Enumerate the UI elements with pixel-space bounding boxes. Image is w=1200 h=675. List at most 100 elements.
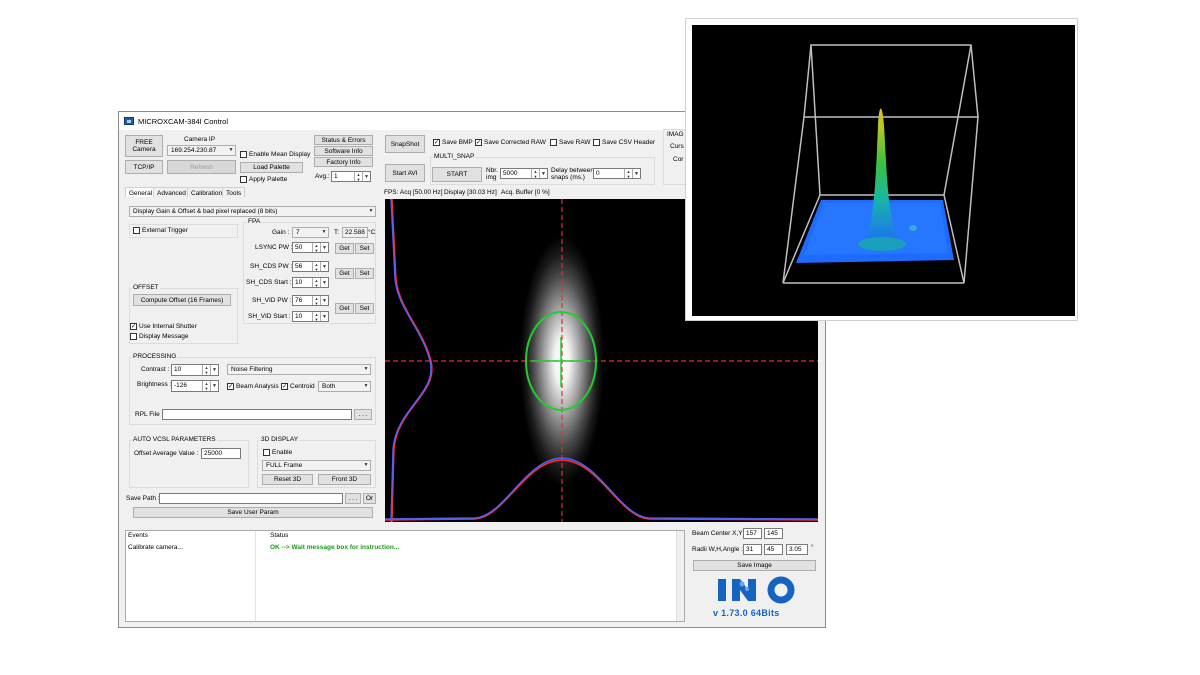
radii-label: Radii W,H,Angle :	[692, 546, 743, 553]
chevron-down-icon: ▼	[320, 262, 328, 271]
avg-spinner[interactable]: 1 ▲ ▼ ▼	[331, 171, 371, 182]
app-camera-icon	[124, 117, 134, 125]
camera-ip-select[interactable]: 169.254.230.87 ▼	[167, 145, 236, 156]
apply-palette-checkbox[interactable]: Apply Palette	[240, 176, 287, 183]
multi-snap-start-button[interactable]: START	[432, 167, 482, 182]
save-bmp-label: Save BMP	[442, 139, 473, 146]
save-path-or-button[interactable]: Or	[363, 493, 376, 504]
box-top-face	[803, 44, 979, 118]
contrast-spinner[interactable]: 10 ▲ ▼ ▼	[171, 364, 219, 376]
beam-analysis-checkbox[interactable]: ✓ Beam Analysis	[227, 383, 279, 390]
save-path-label: Save Path :	[126, 495, 160, 502]
sh-vid-get-button[interactable]: Get	[335, 303, 354, 314]
save-raw-checkbox[interactable]: Save RAW	[550, 139, 591, 146]
log-scrollbar[interactable]	[676, 531, 684, 621]
save-bmp-checkbox[interactable]: ✓ Save BMP	[433, 139, 473, 146]
lsync-spinner[interactable]: 50 ▲ ▼ ▼	[292, 242, 329, 253]
use-internal-shutter-checkbox[interactable]: ✓ Use Internal Shutter	[130, 323, 197, 330]
compute-offset-button[interactable]: Compute Offset (16 Frames)	[133, 294, 231, 306]
avg-label: Avg.:	[315, 173, 330, 180]
display-message-checkbox[interactable]: Display Message	[130, 333, 189, 340]
centroid-checkbox[interactable]: ✓ Centroid	[281, 383, 315, 390]
fpa-title: FPA	[247, 218, 262, 226]
start-avi-button[interactable]: Start AVI	[385, 164, 425, 182]
software-info-button[interactable]: Software Info	[314, 146, 373, 156]
gain-select[interactable]: 7 ▼	[292, 227, 329, 238]
event-log[interactable]	[125, 530, 685, 622]
rpl-browse-button[interactable]: . . .	[354, 409, 372, 420]
enable-mean-display-label: Enable Mean Display	[249, 151, 311, 158]
beam-center-label: Beam Center X,Y :	[692, 530, 747, 537]
processing-title: PROCESSING	[132, 353, 178, 361]
sh-cds-start-value: 10	[295, 279, 303, 286]
save-user-param-button[interactable]: Save User Param	[133, 507, 373, 518]
box-edge-back-left	[810, 44, 821, 196]
save-path-browse-button[interactable]: . . .	[345, 493, 361, 504]
factory-info-button[interactable]: Factory Info	[314, 157, 373, 167]
log-col-status: Status	[270, 532, 289, 539]
frame-mode-select[interactable]: FULL Frame ▼	[262, 460, 371, 471]
save-corrected-raw-checkbox[interactable]: ✓ Save Corrected RAW	[475, 139, 546, 146]
horizontal-profile-curve	[385, 457, 818, 520]
centroid-mode-value: Both	[322, 383, 336, 390]
chevron-down-icon: ▼	[632, 169, 640, 178]
sh-vid-start-label: SH_VID Start :	[248, 313, 291, 320]
radii-h: 45	[764, 544, 783, 555]
rpl-file-input[interactable]	[162, 409, 352, 420]
sh-vid-pw-spinner[interactable]: 76 ▲ ▼ ▼	[292, 295, 329, 306]
free-camera-button[interactable]: FREE Camera	[125, 135, 163, 157]
sh-vid-pw-label: SH_VID PW :	[252, 297, 292, 304]
reset-3d-button[interactable]: Reset 3D	[262, 474, 313, 485]
status-errors-button[interactable]: Status & Errors	[314, 135, 373, 145]
spin-updown-icon: ▲ ▼	[624, 169, 632, 179]
delay-spinner[interactable]: 0 ▲ ▼ ▼	[593, 168, 641, 179]
3d-beam-surface	[782, 44, 979, 284]
frame-mode-value: FULL Frame	[266, 462, 303, 469]
checkbox-checked-icon: ✓	[227, 383, 234, 390]
lsync-set-button[interactable]: Set	[355, 243, 374, 254]
offset-average-label: Offset Average Value :	[134, 450, 199, 457]
checkbox-checked-icon: ✓	[130, 323, 137, 330]
refresh-button[interactable]: Refresh	[167, 160, 236, 174]
brightness-spinner[interactable]: -126 ▲ ▼ ▼	[171, 380, 219, 392]
sh-cds-set-button[interactable]: Set	[355, 268, 374, 279]
chevron-down-icon: ▼	[320, 296, 328, 305]
chevron-down-icon: ▼	[320, 312, 328, 321]
centroid-mode-select[interactable]: Both ▼	[318, 381, 371, 392]
beam-fit-ellipse	[525, 311, 597, 411]
sh-vid-start-spinner[interactable]: 10 ▲ ▼ ▼	[292, 311, 329, 322]
enable-mean-display-checkbox[interactable]: Enable Mean Display	[240, 151, 310, 158]
enable-3d-checkbox[interactable]: Enable	[263, 449, 292, 456]
sh-cds-start-spinner[interactable]: 10 ▲ ▼ ▼	[292, 277, 329, 288]
beam-center-y: 145	[764, 528, 783, 539]
offset-average-input[interactable]: 25000	[201, 448, 241, 459]
checkbox-checked-icon: ✓	[281, 383, 288, 390]
temperature-label: T:	[334, 229, 340, 236]
3d-plot-area[interactable]	[692, 25, 1075, 316]
sh-cds-get-button[interactable]: Get	[335, 268, 354, 279]
external-trigger-checkbox[interactable]: External Trigger	[133, 227, 188, 234]
spin-updown-icon: ▲ ▼	[312, 278, 320, 288]
log-column-divider	[255, 531, 256, 621]
chevron-down-icon: ▼	[320, 278, 328, 287]
sh-vid-set-button[interactable]: Set	[355, 303, 374, 314]
checkbox-unchecked-icon	[263, 449, 270, 456]
noise-filtering-select[interactable]: Noise Filtering ▼	[227, 364, 371, 375]
lsync-get-button[interactable]: Get	[335, 243, 354, 254]
chevron-down-icon: ▼	[363, 383, 369, 389]
cursor-label-partial: Curs	[670, 143, 684, 150]
radii-angle-unit: °	[811, 544, 814, 551]
tcpip-button[interactable]: TCP/IP	[125, 160, 163, 174]
load-palette-button[interactable]: Load Palette	[240, 162, 303, 173]
display-mode-select[interactable]: Display Gain & Offset & bad pixel replac…	[129, 206, 376, 217]
nbr-img-spinner[interactable]: 5000 ▲ ▼ ▼	[500, 168, 548, 179]
window-title: MICROXCAM-384I Control	[138, 116, 229, 126]
save-image-button[interactable]: Save Image	[693, 560, 816, 571]
image-group-title: IMAG	[667, 131, 684, 138]
front-3d-button[interactable]: Front 3D	[318, 474, 371, 485]
sh-cds-pw-spinner[interactable]: 56 ▲ ▼ ▼	[292, 261, 329, 272]
auto-vcsl-title: AUTO VCSL PARAMETERS	[132, 436, 217, 444]
save-path-input[interactable]	[159, 493, 343, 504]
snapshot-button[interactable]: SnapShot	[385, 135, 425, 153]
save-csv-header-checkbox[interactable]: Save CSV Header	[593, 139, 655, 146]
